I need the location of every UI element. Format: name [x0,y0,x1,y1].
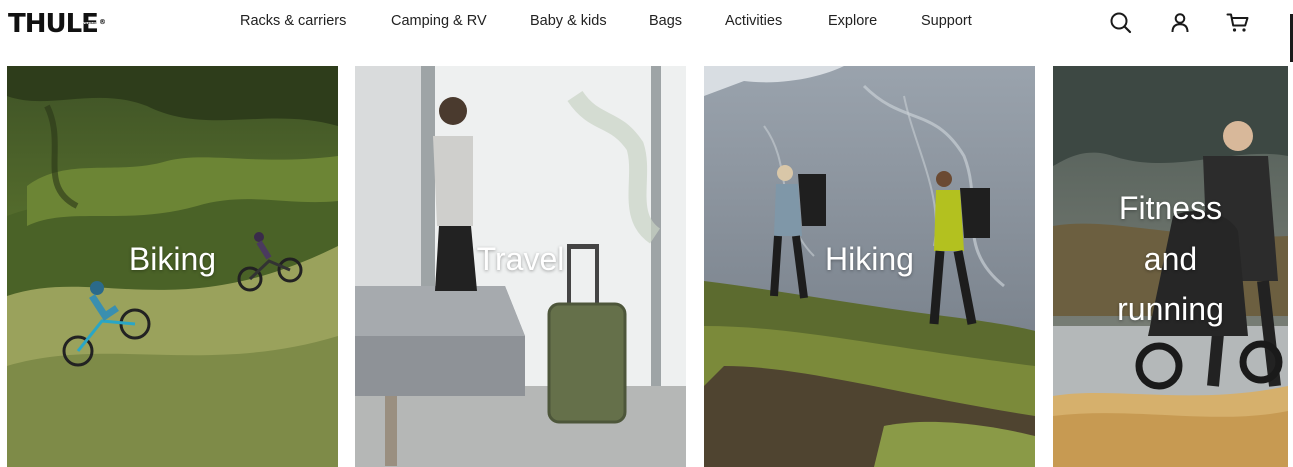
nav-activities[interactable]: Activities [725,13,782,29]
page: THULE ® SWEDEN Racks & carriers Camping … [0,0,1293,467]
nav-camping-rv[interactable]: Camping & RV [391,13,487,29]
category-tile-fitness-running[interactable]: Fitness and running [1053,66,1288,467]
nav-bags[interactable]: Bags [649,13,682,29]
tile-label-travel: Travel [476,241,565,277]
search-icon[interactable] [1108,10,1134,36]
tile-label-biking: Biking [128,241,217,277]
category-tile-biking[interactable]: Biking [7,66,338,467]
main-nav: Racks & carriers Camping & RV Baby & kid… [0,13,1000,33]
site-header: THULE ® SWEDEN Racks & carriers Camping … [0,0,1293,66]
account-icon[interactable] [1167,10,1193,36]
tile-label-hiking: Hiking [825,241,914,277]
tile-label-fitness: Fitness [1118,190,1223,226]
nav-support[interactable]: Support [921,13,972,29]
category-tile-travel[interactable]: Travel [355,66,686,467]
nav-explore[interactable]: Explore [828,13,877,29]
nav-racks-carriers[interactable]: Racks & carriers [240,13,346,29]
tile-label-and: and [1143,241,1198,277]
cart-icon[interactable] [1225,10,1251,36]
tile-label-running: running [1117,291,1224,327]
category-tile-hiking[interactable]: Hiking [704,66,1035,467]
nav-baby-kids[interactable]: Baby & kids [530,13,607,29]
